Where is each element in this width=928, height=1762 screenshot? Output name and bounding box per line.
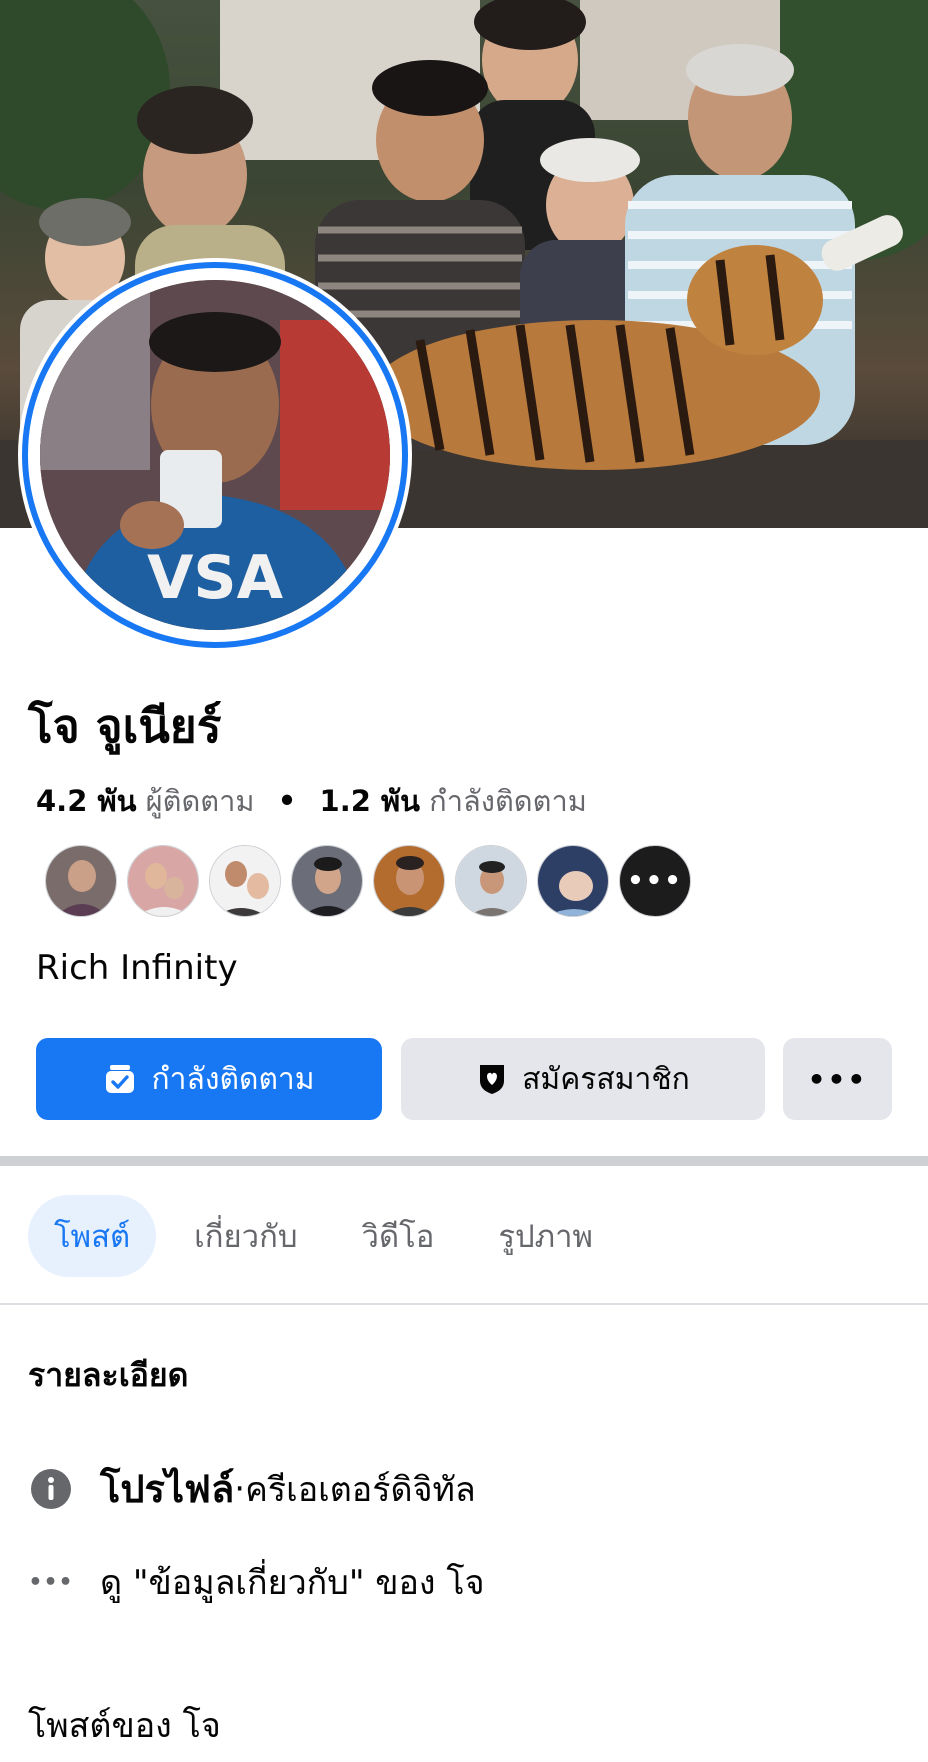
following-feed-icon: [103, 1062, 137, 1096]
follower-avatar[interactable]: [455, 845, 527, 917]
followers-label[interactable]: ผู้ติดตาม: [146, 784, 255, 818]
story-ring: VSA: [22, 262, 408, 648]
avatar-illustration: VSA: [40, 280, 390, 630]
info-icon: [28, 1466, 74, 1512]
follower-avatars: •••: [45, 845, 691, 917]
following-label[interactable]: กำลังติดตาม: [429, 784, 587, 818]
follower-avatar[interactable]: [209, 845, 281, 917]
tab-about[interactable]: เกี่ยวกับ: [168, 1195, 323, 1277]
profile-category-row: โปรไฟล์ · ครีเอเตอร์ดิจิทัล: [28, 1458, 476, 1519]
subscribe-button[interactable]: สมัครสมาชิก: [401, 1038, 765, 1120]
more-options-icon: •••: [807, 1062, 868, 1096]
tab-posts[interactable]: โพสต์: [28, 1195, 157, 1277]
follower-avatar[interactable]: [291, 845, 363, 917]
subscribe-button-label: สมัครสมาชิก: [522, 1061, 690, 1097]
posts-heading: โพสต์ของ โจ: [28, 1706, 221, 1746]
detail-separator: ·: [234, 1468, 246, 1509]
details-heading: รายละเอียด: [28, 1356, 189, 1394]
following-button-label: กำลังติดตาม: [151, 1061, 315, 1097]
profile-type-label: โปรไฟล์: [100, 1467, 235, 1511]
follower-avatar[interactable]: [537, 845, 609, 917]
see-about-label: ดู "ข้อมูลเกี่ยวกับ" ของ โจ: [100, 1563, 485, 1603]
more-dots-icon: •••: [627, 866, 683, 896]
stats-separator: •: [277, 784, 297, 818]
profile-bio: Rich Infinity: [36, 948, 238, 988]
see-about-link[interactable]: ••• ดู "ข้อมูลเกี่ยวกับ" ของ โจ: [28, 1555, 485, 1609]
follower-avatar[interactable]: [127, 845, 199, 917]
subscribe-shield-icon: [476, 1062, 508, 1096]
profile-avatar[interactable]: VSA: [18, 258, 412, 652]
profile-name: โจ จูเนียร์: [28, 699, 222, 753]
followers-count[interactable]: 4.2 พัน: [36, 784, 136, 818]
follower-avatar[interactable]: [373, 845, 445, 917]
following-button[interactable]: กำลังติดตาม: [36, 1038, 382, 1120]
more-followers-button[interactable]: •••: [619, 845, 691, 917]
section-divider: [0, 1156, 928, 1166]
more-options-button[interactable]: •••: [783, 1038, 892, 1120]
following-count[interactable]: 1.2 พัน: [320, 784, 420, 818]
svg-text:VSA: VSA: [147, 543, 284, 613]
follow-stats: 4.2 พัน ผู้ติดตาม • 1.2 พัน กำลังติดตาม: [36, 778, 587, 824]
profile-category: ครีเอเตอร์ดิจิทัล: [245, 1469, 476, 1510]
more-dots-icon: •••: [28, 1569, 74, 1595]
profile-tabs: โพสต์ เกี่ยวกับ วิดีโอ รูปภาพ: [28, 1195, 631, 1277]
tab-videos[interactable]: วิดีโอ: [336, 1195, 461, 1277]
tab-photos[interactable]: รูปภาพ: [472, 1195, 619, 1277]
tabs-divider: [0, 1303, 928, 1305]
follower-avatar[interactable]: [45, 845, 117, 917]
avatar-image: VSA: [40, 280, 390, 630]
